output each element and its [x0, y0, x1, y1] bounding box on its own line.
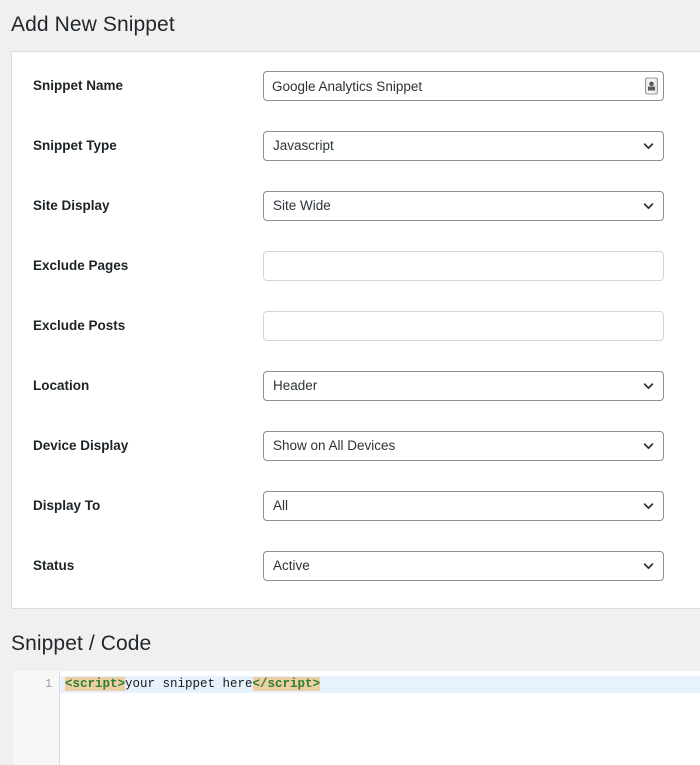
- script-close-tag-token: </script>: [252, 677, 321, 691]
- field-label-exclude-posts: Exclude Posts: [33, 318, 126, 333]
- field-label-device-display: Device Display: [33, 438, 129, 453]
- snippet-code-section-title: Snippet / Code: [11, 632, 152, 655]
- code-body-token: your snippet here: [125, 677, 253, 691]
- select-wrapper-location: Header: [263, 371, 664, 401]
- select-wrapper-display-to: All: [263, 491, 664, 521]
- script-open-tag-token: <script>: [65, 677, 126, 691]
- field-row-snippet-name: Snippet Name: [12, 71, 664, 101]
- field-control-display-to: All: [263, 491, 664, 521]
- select-wrapper-status: Active: [263, 551, 664, 581]
- field-control-exclude-pages: [263, 251, 664, 281]
- field-label-snippet-name: Snippet Name: [33, 78, 124, 93]
- field-control-snippet-name: [263, 71, 664, 101]
- editor-gutter: 1: [14, 671, 60, 765]
- page-title: Add New Snippet: [11, 13, 175, 36]
- field-control-location: Header: [263, 371, 664, 401]
- field-label-display-to: Display To: [33, 498, 101, 513]
- autofill-key-icon[interactable]: [645, 77, 658, 95]
- select-location[interactable]: Header: [263, 371, 664, 401]
- field-label-snippet-type: Snippet Type: [33, 138, 117, 153]
- field-row-snippet-type: Snippet Type Javascript: [12, 131, 664, 161]
- field-row-device-display: Device Display Show on All Devices: [12, 431, 664, 461]
- select-wrapper-site-display: Site Wide: [263, 191, 664, 221]
- select-site-display[interactable]: Site Wide: [263, 191, 664, 221]
- add-new-snippet-page: Add New Snippet Snippet Name Snippet Type…: [0, 0, 700, 765]
- field-control-exclude-posts: [263, 311, 664, 341]
- select-wrapper-device-display: Show on All Devices: [263, 431, 664, 461]
- code-editor[interactable]: 1 <script>your snippet here</script>: [14, 671, 700, 765]
- code-line-1[interactable]: <script>your snippet here</script>: [60, 676, 700, 693]
- field-row-exclude-posts: Exclude Posts: [12, 311, 664, 341]
- field-control-device-display: Show on All Devices: [263, 431, 664, 461]
- input-exclude-posts[interactable]: [263, 311, 664, 341]
- field-row-exclude-pages: Exclude Pages: [12, 251, 664, 281]
- select-status[interactable]: Active: [263, 551, 664, 581]
- field-row-site-display: Site Display Site Wide: [12, 191, 664, 221]
- input-exclude-pages[interactable]: [263, 251, 664, 281]
- select-snippet-type[interactable]: Javascript: [263, 131, 664, 161]
- code-area[interactable]: <script>your snippet here</script>: [60, 671, 700, 765]
- snippet-settings-card: Snippet Name Snippet Type Javascript Site D…: [11, 51, 700, 609]
- line-number: 1: [45, 678, 52, 691]
- field-row-display-to: Display To All: [12, 491, 664, 521]
- field-row-location: Location Header: [12, 371, 664, 401]
- field-label-site-display: Site Display: [33, 198, 110, 213]
- field-label-location: Location: [33, 378, 90, 393]
- field-label-status: Status: [33, 558, 75, 573]
- select-device-display[interactable]: Show on All Devices: [263, 431, 664, 461]
- select-wrapper-snippet-type: Javascript: [263, 131, 664, 161]
- select-display-to[interactable]: All: [263, 491, 664, 521]
- field-label-exclude-pages: Exclude Pages: [33, 258, 129, 273]
- field-control-snippet-type: Javascript: [263, 131, 664, 161]
- field-row-status: Status Active: [12, 551, 664, 581]
- field-control-site-display: Site Wide: [263, 191, 664, 221]
- input-snippet-name[interactable]: [263, 71, 664, 101]
- field-control-status: Active: [263, 551, 664, 581]
